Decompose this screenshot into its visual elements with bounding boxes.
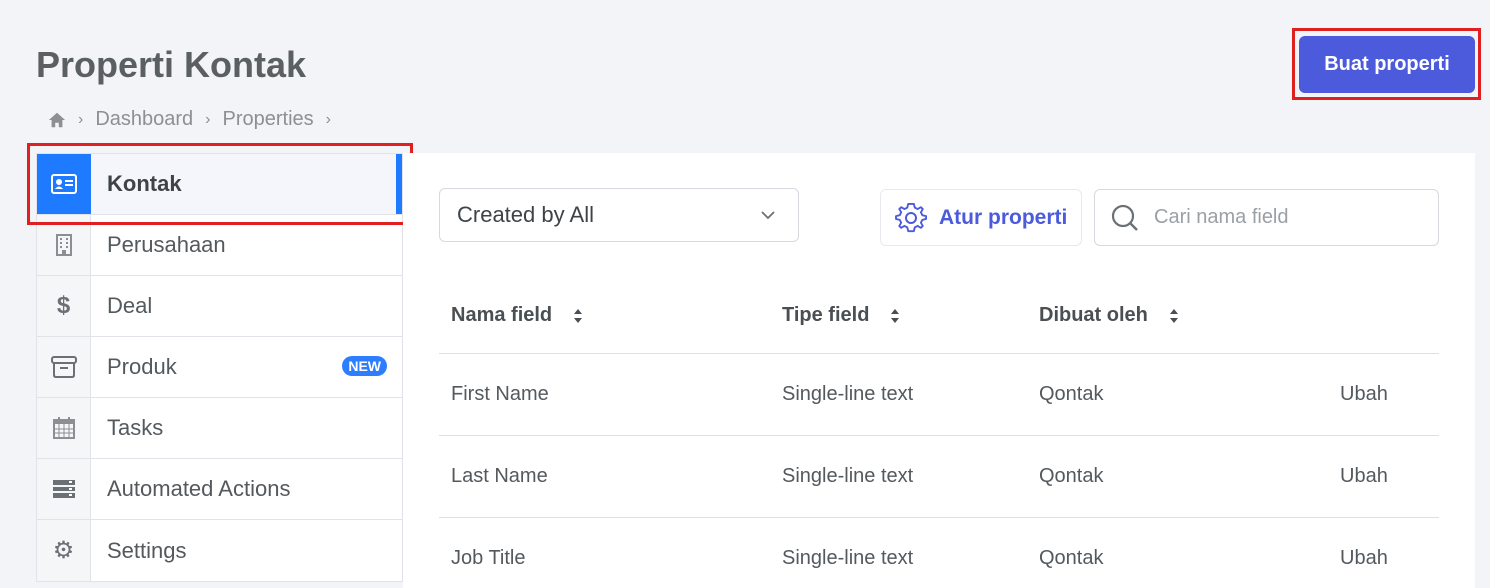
table-header: Nama field Tipe field Dibuat oleh bbox=[439, 278, 1439, 354]
table-row: Job Title Single-line text Qontak Ubah bbox=[439, 518, 1439, 588]
page-title: Properti Kontak bbox=[36, 44, 307, 85]
field-type-cell: Single-line text bbox=[782, 465, 914, 487]
sort-icon[interactable] bbox=[572, 306, 584, 326]
manage-properties-button[interactable]: Atur properti bbox=[880, 189, 1082, 246]
sort-icon[interactable] bbox=[1168, 306, 1180, 326]
filter-value: Created by All bbox=[457, 202, 594, 227]
new-badge: NEW bbox=[342, 356, 387, 376]
sidebar-item-label: Deal bbox=[107, 293, 153, 318]
column-header-nama-field[interactable]: Nama field bbox=[439, 304, 770, 327]
properties-panel: Created by All Atur properti Nama field … bbox=[403, 153, 1475, 588]
chevron-right-icon: › bbox=[78, 110, 84, 128]
field-type-cell: Single-line text bbox=[782, 383, 914, 405]
breadcrumb-item-properties[interactable]: Properties bbox=[223, 108, 314, 131]
gear-icon: ⚙ bbox=[37, 520, 91, 581]
search-input[interactable] bbox=[1154, 206, 1424, 229]
breadcrumb-item-dashboard[interactable]: Dashboard bbox=[95, 108, 193, 131]
gear-icon bbox=[895, 202, 927, 232]
sidebar-item-deal[interactable]: $ Deal bbox=[37, 276, 402, 337]
column-header-dibuat-oleh[interactable]: Dibuat oleh bbox=[1027, 304, 1328, 327]
sidebar-item-label: Automated Actions bbox=[107, 476, 291, 501]
calendar-icon bbox=[37, 398, 91, 458]
manage-properties-label: Atur properti bbox=[939, 205, 1068, 229]
column-label: Tipe field bbox=[782, 304, 870, 326]
column-label: Nama field bbox=[451, 304, 553, 326]
sidebar-item-label: Produk bbox=[107, 354, 177, 379]
sidebar-item-automated-actions[interactable]: Automated Actions bbox=[37, 459, 402, 520]
chevron-right-icon: › bbox=[205, 110, 211, 128]
properties-table: Nama field Tipe field Dibuat oleh First … bbox=[439, 278, 1439, 588]
server-stack-icon bbox=[37, 459, 91, 519]
created-by-filter[interactable]: Created by All bbox=[439, 188, 799, 242]
table-row: First Name Single-line text Qontak Ubah bbox=[439, 354, 1439, 436]
sidebar-item-settings[interactable]: ⚙ Settings bbox=[37, 520, 402, 581]
archive-box-icon bbox=[37, 337, 91, 397]
home-icon[interactable] bbox=[48, 111, 66, 129]
column-header-tipe-field[interactable]: Tipe field bbox=[770, 304, 1027, 327]
edit-link[interactable]: Ubah bbox=[1328, 547, 1439, 570]
field-type-cell: Single-line text bbox=[782, 547, 914, 569]
field-name-cell: Last Name bbox=[451, 465, 548, 487]
table-row: Last Name Single-line text Qontak Ubah bbox=[439, 436, 1439, 518]
created-by-cell: Qontak bbox=[1039, 547, 1104, 569]
sidebar-item-label: Tasks bbox=[107, 415, 164, 440]
sidebar-item-tasks[interactable]: Tasks bbox=[37, 398, 402, 459]
breadcrumb: › Dashboard › Properties › bbox=[48, 108, 343, 131]
edit-link[interactable]: Ubah bbox=[1328, 465, 1439, 488]
sidebar-item-produk[interactable]: Produk NEW bbox=[37, 337, 402, 398]
field-name-cell: Job Title bbox=[451, 547, 526, 569]
created-by-cell: Qontak bbox=[1039, 465, 1104, 487]
edit-link[interactable]: Ubah bbox=[1328, 383, 1439, 406]
search-icon bbox=[1111, 204, 1138, 231]
dollar-icon: $ bbox=[37, 276, 91, 336]
highlight-box bbox=[1292, 28, 1481, 100]
sort-icon[interactable] bbox=[889, 306, 901, 326]
chevron-right-icon: › bbox=[325, 110, 331, 128]
highlight-box bbox=[27, 143, 413, 225]
field-name-cell: First Name bbox=[451, 383, 549, 405]
sidebar-item-label: Settings bbox=[107, 537, 187, 563]
sidebar-item-label: Perusahaan bbox=[107, 232, 226, 257]
created-by-cell: Qontak bbox=[1039, 383, 1104, 405]
column-label: Dibuat oleh bbox=[1039, 304, 1148, 326]
search-box[interactable] bbox=[1094, 189, 1439, 246]
chevron-down-icon bbox=[761, 211, 775, 220]
